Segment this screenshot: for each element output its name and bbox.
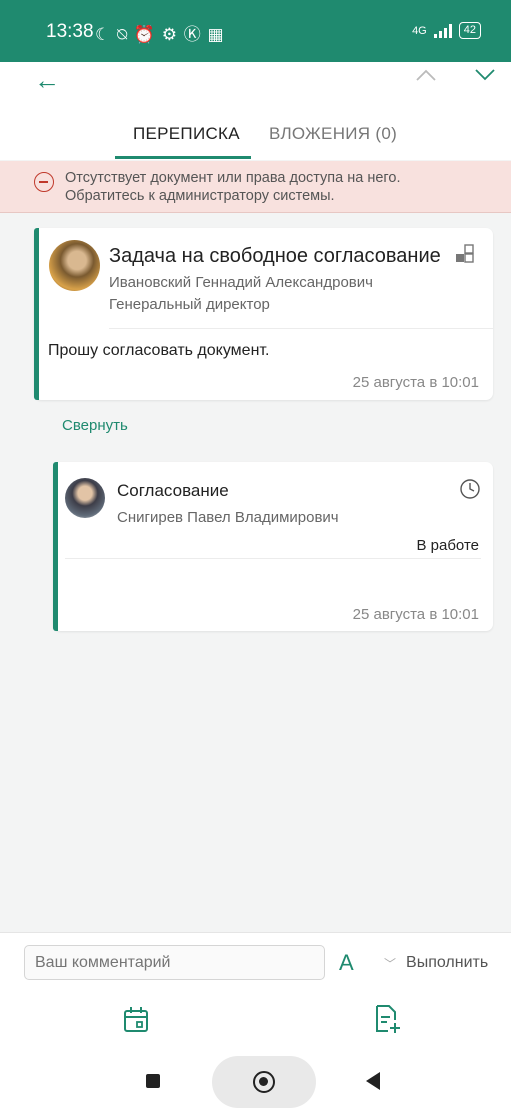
status-time: 13:38 [46,21,94,42]
home-icon [253,1071,275,1093]
status-icons: ☾ ⍉ ⏰ ⚙ Ⓚ ▦ [95,25,225,44]
alert-line-2: Обратитесь к администратору системы. [65,188,335,204]
status-right: 4G 42 [412,22,481,39]
execute-dropdown[interactable]: ﹀ Выполнить [384,954,488,972]
divider [65,558,481,559]
execute-label: Выполнить [406,954,489,971]
system-navigation-bar [0,1052,511,1112]
action-bar [0,994,511,1052]
toolbar: ← [0,62,511,102]
network-label: 4G [412,24,427,37]
collapse-link[interactable]: Свернуть [62,417,128,434]
subtasks-icon[interactable] [455,244,475,264]
battery-icon: 42 [458,22,481,39]
alert-line-1: Отсутствует документ или права доступа н… [65,170,401,186]
chevron-up-icon[interactable] [415,68,437,82]
approval-date: 25 августа в 10:01 [352,606,479,623]
tab-correspondence[interactable]: ПЕРЕПИСКА [133,124,240,144]
task-date: 25 августа в 10:01 [352,374,479,391]
add-document-icon[interactable] [373,1004,403,1034]
clock-icon [460,479,480,499]
recent-apps-icon[interactable] [146,1074,160,1088]
access-alert: Отсутствует документ или права доступа н… [0,161,511,213]
approval-author: Снигирев Павел Владимирович [117,509,339,526]
chevron-down-icon: ﹀ [384,956,397,971]
task-message: Прошу согласовать документ. [48,342,270,359]
signal-icon [433,23,452,38]
approval-card[interactable]: Согласование Снигирев Павел Владимирович… [53,462,493,631]
back-icon[interactable] [366,1072,380,1090]
avatar [65,478,105,518]
status-bar: 13:38 ☾ ⍉ ⏰ ⚙ Ⓚ ▦ 4G 42 [0,0,511,62]
avatar [49,240,100,291]
task-author: Ивановский Геннадий Александрович [109,274,373,291]
tab-attachments[interactable]: ВЛОЖЕНИЯ (0) [269,124,397,144]
approval-title: Согласование [117,481,229,500]
alert-text: Отсутствует документ или права доступа н… [65,169,401,205]
task-title: Задача на свободное согласование [109,245,441,267]
active-tab-indicator [115,156,251,159]
back-arrow-icon[interactable]: ← [34,66,60,94]
home-button[interactable] [212,1056,316,1108]
comment-bar: A ﹀ Выполнить [0,932,511,994]
task-card[interactable]: Задача на свободное согласование Ивановс… [34,228,493,400]
font-format-button[interactable]: A [339,950,354,976]
approval-status: В работе [416,537,479,554]
comment-input[interactable] [24,945,325,980]
task-author-position: Генеральный директор [109,296,270,313]
divider [109,328,493,329]
minus-circle-icon [34,172,54,192]
chevron-down-icon[interactable] [474,68,496,82]
tab-bar: ПЕРЕПИСКА ВЛОЖЕНИЯ (0) [0,102,511,160]
calendar-icon[interactable] [123,1006,149,1034]
